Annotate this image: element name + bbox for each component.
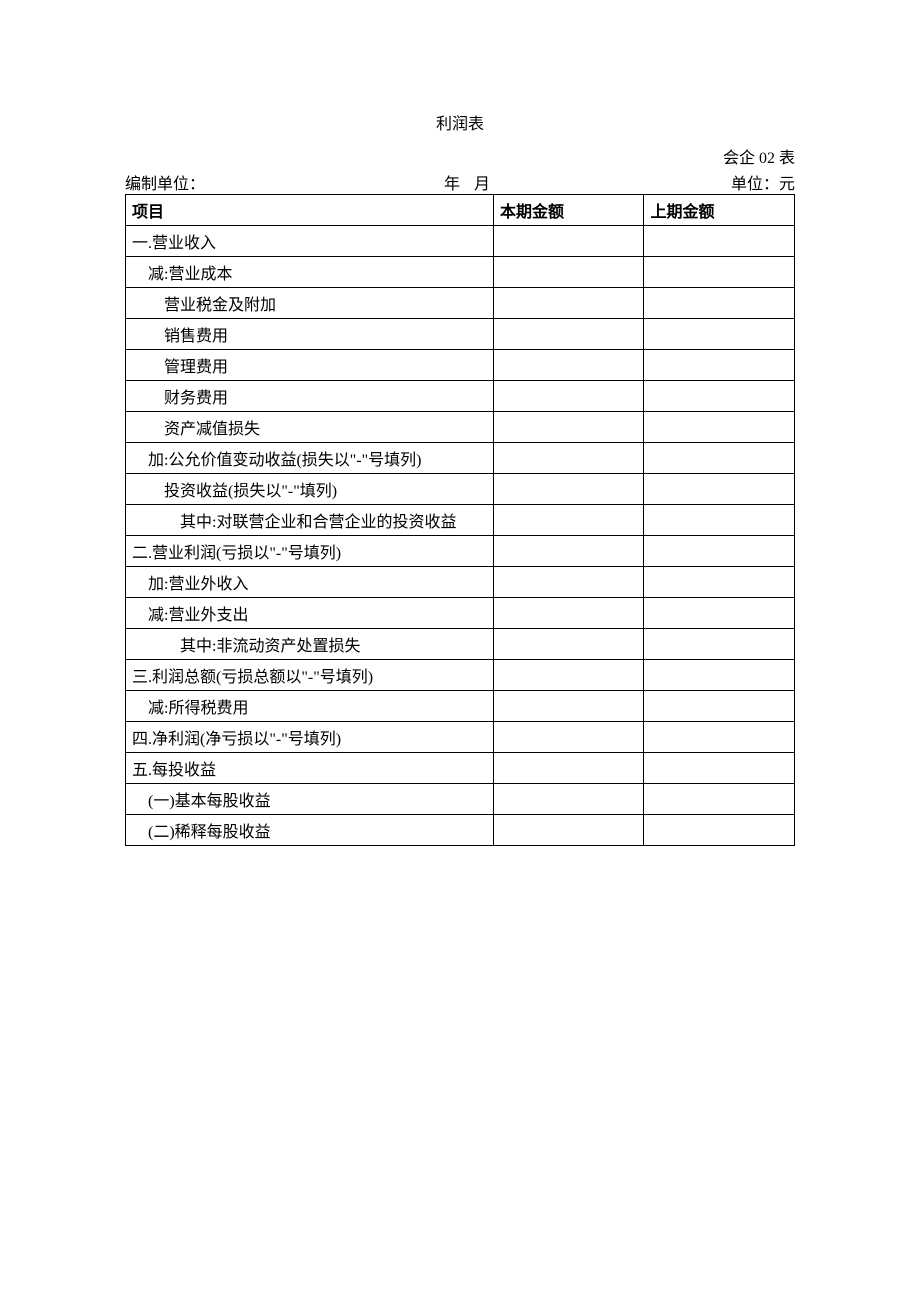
row-current-amount [493, 691, 644, 722]
row-current-amount [493, 412, 644, 443]
row-item-label: 二.营业利润(亏损以"-"号填列) [126, 536, 494, 567]
year-label: 年 [444, 176, 462, 193]
row-current-amount [493, 536, 644, 567]
row-current-amount [493, 722, 644, 753]
row-current-amount [493, 629, 644, 660]
row-item-label: 管理费用 [126, 350, 494, 381]
row-previous-amount [644, 598, 795, 629]
row-previous-amount [644, 257, 795, 288]
table-row: 一.营业收入 [126, 226, 795, 257]
row-previous-amount [644, 660, 795, 691]
row-current-amount [493, 226, 644, 257]
row-previous-amount [644, 474, 795, 505]
row-previous-amount [644, 350, 795, 381]
row-current-amount [493, 288, 644, 319]
row-previous-amount [644, 288, 795, 319]
table-row: 加:公允价值变动收益(损失以"-"号填列) [126, 443, 795, 474]
row-item-label: 财务费用 [126, 381, 494, 412]
row-item-label: 三.利润总额(亏损总额以"-"号填列) [126, 660, 494, 691]
row-current-amount [493, 660, 644, 691]
table-row: 其中:非流动资产处置损失 [126, 629, 795, 660]
table-row: 三.利润总额(亏损总额以"-"号填列) [126, 660, 795, 691]
column-header-current: 本期金额 [493, 195, 644, 226]
row-current-amount [493, 350, 644, 381]
row-previous-amount [644, 753, 795, 784]
unit-label: 单位：元 [731, 170, 795, 194]
row-item-label: 销售费用 [126, 319, 494, 350]
table-row: 财务费用 [126, 381, 795, 412]
row-item-label: (一)基本每股收益 [126, 784, 494, 815]
row-previous-amount [644, 629, 795, 660]
table-row: 资产减值损失 [126, 412, 795, 443]
row-item-label: (二)稀释每股收益 [126, 815, 494, 846]
row-item-label: 减:营业成本 [126, 257, 494, 288]
row-item-label: 营业税金及附加 [126, 288, 494, 319]
row-previous-amount [644, 226, 795, 257]
row-current-amount [493, 505, 644, 536]
table-row: 加:营业外收入 [126, 567, 795, 598]
row-item-label: 加:营业外收入 [126, 567, 494, 598]
table-row: 二.营业利润(亏损以"-"号填列) [126, 536, 795, 567]
column-header-item: 项目 [126, 195, 494, 226]
row-item-label: 五.每投收益 [126, 753, 494, 784]
table-row: 其中:对联营企业和合营企业的投资收益 [126, 505, 795, 536]
table-row: 销售费用 [126, 319, 795, 350]
row-item-label: 其中:非流动资产处置损失 [126, 629, 494, 660]
row-previous-amount [644, 412, 795, 443]
table-row: 管理费用 [126, 350, 795, 381]
table-row: 减:所得税费用 [126, 691, 795, 722]
table-row: 减:营业成本 [126, 257, 795, 288]
row-current-amount [493, 567, 644, 598]
row-current-amount [493, 381, 644, 412]
document-title: 利润表 [125, 110, 795, 134]
row-current-amount [493, 784, 644, 815]
row-previous-amount [644, 567, 795, 598]
table-row: (一)基本每股收益 [126, 784, 795, 815]
row-current-amount [493, 319, 644, 350]
row-item-label: 一.营业收入 [126, 226, 494, 257]
row-item-label: 加:公允价值变动收益(损失以"-"号填列) [126, 443, 494, 474]
row-previous-amount [644, 381, 795, 412]
table-row: 五.每投收益 [126, 753, 795, 784]
row-item-label: 投资收益(损失以"-"填列) [126, 474, 494, 505]
row-previous-amount [644, 536, 795, 567]
row-previous-amount [644, 784, 795, 815]
row-previous-amount [644, 505, 795, 536]
income-statement-table: 项目 本期金额 上期金额 一.营业收入减:营业成本营业税金及附加销售费用管理费用… [125, 194, 795, 846]
row-current-amount [493, 257, 644, 288]
column-header-previous: 上期金额 [644, 195, 795, 226]
row-previous-amount [644, 815, 795, 846]
row-current-amount [493, 598, 644, 629]
row-previous-amount [644, 722, 795, 753]
table-row: 投资收益(损失以"-"填列) [126, 474, 795, 505]
row-item-label: 减:营业外支出 [126, 598, 494, 629]
header-line: 编制单位： 年 月 单位：元 [125, 170, 795, 194]
row-item-label: 四.净利润(净亏损以"-"号填列) [126, 722, 494, 753]
row-current-amount [493, 815, 644, 846]
year-month-label: 年 月 [444, 170, 492, 194]
compiled-by-label: 编制单位： [125, 170, 205, 194]
row-previous-amount [644, 691, 795, 722]
row-previous-amount [644, 443, 795, 474]
row-item-label: 资产减值损失 [126, 412, 494, 443]
table-row: 营业税金及附加 [126, 288, 795, 319]
table-header-row: 项目 本期金额 上期金额 [126, 195, 795, 226]
form-code: 会企 02 表 [125, 144, 795, 168]
row-previous-amount [644, 319, 795, 350]
row-current-amount [493, 443, 644, 474]
row-item-label: 减:所得税费用 [126, 691, 494, 722]
table-row: 四.净利润(净亏损以"-"号填列) [126, 722, 795, 753]
row-current-amount [493, 474, 644, 505]
table-row: (二)稀释每股收益 [126, 815, 795, 846]
row-item-label: 其中:对联营企业和合营企业的投资收益 [126, 505, 494, 536]
row-current-amount [493, 753, 644, 784]
table-row: 减:营业外支出 [126, 598, 795, 629]
month-label: 月 [474, 176, 492, 193]
